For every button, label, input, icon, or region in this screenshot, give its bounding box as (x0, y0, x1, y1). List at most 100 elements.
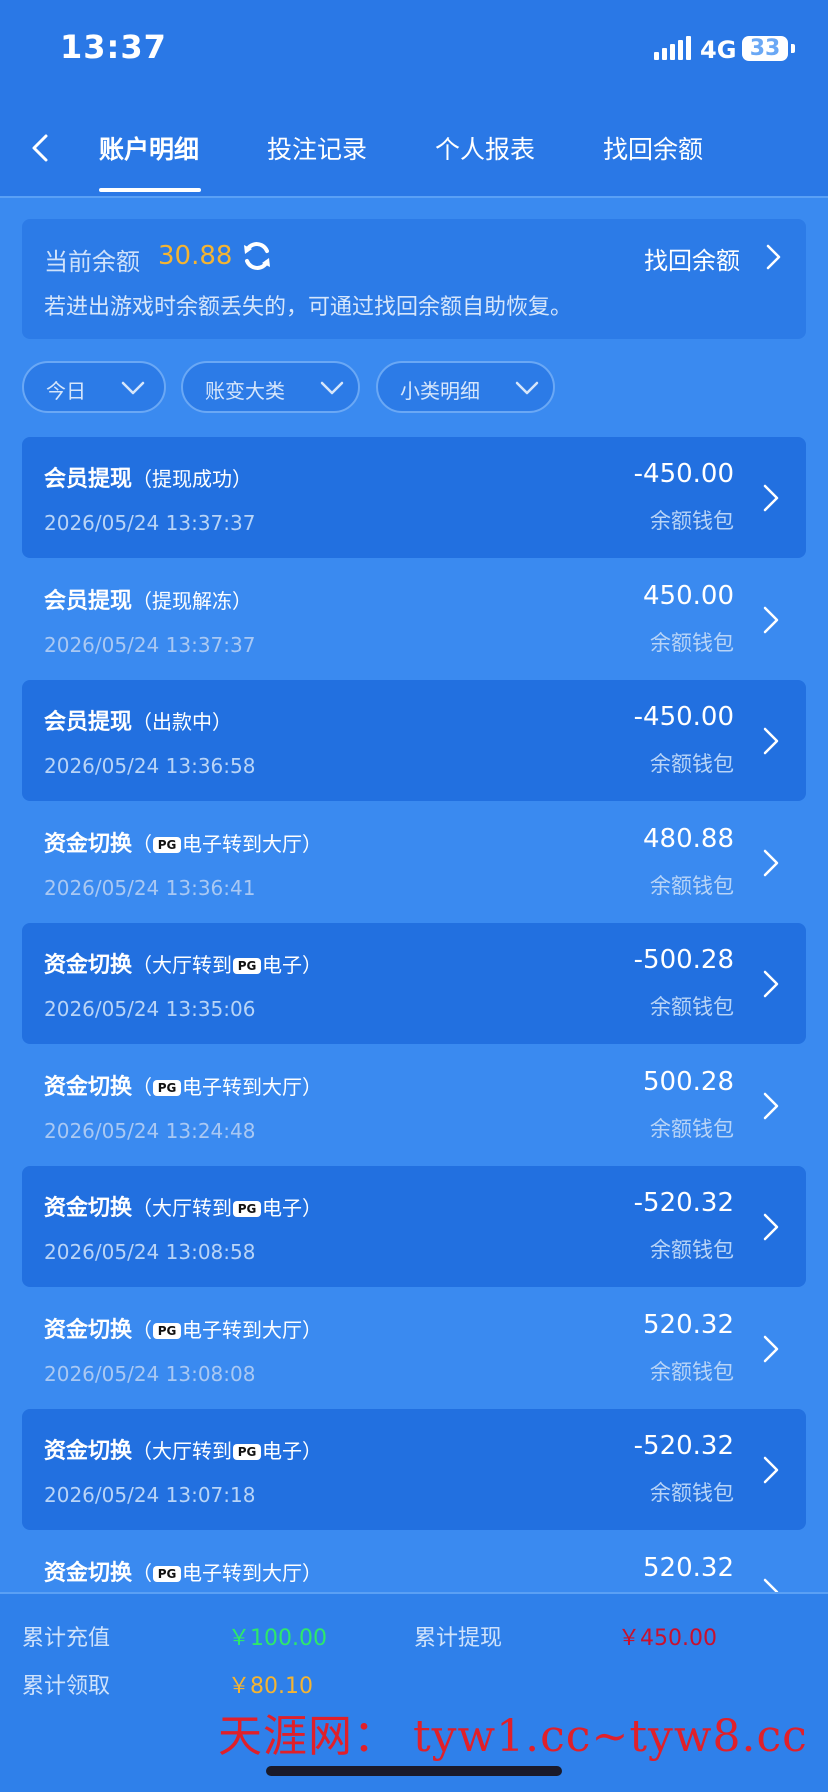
transaction-wallet: 余额钱包 (650, 1481, 734, 1505)
total-recharge-value: ￥100.00 (228, 1626, 327, 1651)
filter-date-label: 今日 (46, 379, 86, 403)
transaction-time: 2026/05/24 13:24:48 (44, 1118, 256, 1143)
transaction-wallet: 余额钱包 (650, 995, 734, 1019)
filter-subcategory[interactable]: 小类明细 (376, 361, 555, 413)
transaction-type: 会员提现 (44, 467, 133, 492)
transaction-type: 资金切换 (44, 1560, 133, 1586)
transaction-row[interactable]: 资金切换（大厅转到 PG 电子） 2026/05/24 13:08:58 -520.32… (22, 1166, 806, 1287)
transaction-detail-suffix: 电子转到大厅） (182, 1074, 323, 1099)
watermark-text: 天涯网： tyw1.cc~tyw8.cc (218, 1711, 808, 1762)
transaction-title: 资金切换（大厅转到 PG 电子） (44, 1190, 322, 1222)
transaction-amount: -520.32 (633, 1188, 734, 1218)
transaction-row[interactable]: 会员提现（出款中） 2026/05/24 13:36:58 -450.00 余额钱包 (22, 680, 806, 801)
chevron-down-icon (121, 381, 145, 395)
active-tab-indicator (99, 188, 201, 192)
status-time: 13:37 (60, 28, 167, 66)
transaction-row[interactable]: 会员提现（提现解冻） 2026/05/24 13:37:37 450.00 余额钱包 (22, 559, 806, 680)
filter-subcategory-label: 小类明细 (400, 379, 480, 403)
chevron-right-icon[interactable] (760, 724, 782, 758)
transaction-time: 2026/05/24 13:35:06 (44, 997, 256, 1021)
total-withdraw-value: ￥450.00 (618, 1626, 717, 1651)
transaction-detail-suffix: 电子转到大厅） (182, 831, 323, 856)
transaction-wallet: 余额钱包 (650, 752, 734, 776)
transaction-wallet: 余额钱包 (650, 1238, 734, 1262)
transaction-detail-prefix: （ (132, 1560, 153, 1585)
filter-category[interactable]: 账变大类 (181, 361, 360, 413)
transaction-title: 资金切换（ PG 电子转到大厅） (44, 1312, 322, 1344)
transaction-amount: -450.00 (633, 702, 734, 732)
transaction-wallet: 余额钱包 (650, 509, 734, 533)
transaction-detail-prefix: （ (132, 1317, 153, 1342)
pg-logo-icon: PG (153, 1079, 182, 1096)
transaction-row[interactable]: 资金切换（ PG 电子转到大厅） 2026/05/24 13:24:48 500.28 余… (22, 1045, 806, 1166)
pg-logo-icon: PG (233, 1201, 262, 1217)
transaction-time: 2026/05/24 13:08:58 (44, 1240, 256, 1264)
transaction-row[interactable]: 会员提现（提现成功） 2026/05/24 13:37:37 -450.00 余额钱包 (22, 437, 806, 558)
total-claim-label: 累计领取 (22, 1674, 111, 1699)
chevron-right-icon[interactable] (760, 1332, 782, 1366)
chevron-right-icon[interactable] (760, 481, 782, 515)
tab-account-details[interactable]: 账户明细 (99, 130, 199, 166)
signal-icon (654, 36, 691, 60)
transaction-row[interactable]: 资金切换（大厅转到 PG 电子） 2026/05/24 13:07:18 -520.32… (22, 1409, 806, 1530)
transaction-amount: -520.32 (633, 1431, 734, 1461)
transaction-amount: 520.32 (643, 1309, 734, 1340)
balance-card: 当前余额 30.88 找回余额 若进出游戏时余额丢失的，可通过找回余额自助恢复。 (22, 219, 806, 339)
transaction-title: 资金切换（大厅转到 PG 电子） (44, 1433, 322, 1465)
pg-logo-icon: PG (153, 1565, 182, 1582)
transaction-detail-prefix: （出款中） (132, 710, 233, 734)
transaction-type: 资金切换 (44, 1196, 133, 1221)
transaction-title: 资金切换（ PG 电子转到大厅） (44, 826, 322, 858)
total-recharge-label: 累计充值 (22, 1626, 111, 1651)
chevron-right-icon[interactable] (760, 1210, 782, 1244)
transaction-amount: 500.28 (643, 1066, 734, 1097)
transaction-detail-suffix: 电子） (262, 953, 323, 977)
recover-balance-link[interactable]: 找回余额 (644, 241, 740, 276)
transaction-title: 资金切换（ PG 电子转到大厅） (44, 1555, 322, 1587)
transaction-row[interactable]: 资金切换（大厅转到 PG 电子） 2026/05/24 13:35:06 -500.28… (22, 923, 806, 1044)
pg-logo-icon: PG (153, 836, 182, 853)
battery-icon: 33 (742, 36, 788, 61)
network-type: 4G (700, 36, 737, 64)
transaction-title: 资金切换（大厅转到 PG 电子） (44, 947, 322, 979)
transaction-detail-prefix: （大厅转到 (132, 1439, 233, 1463)
transaction-amount: 520.32 (643, 1552, 734, 1583)
transaction-type: 资金切换 (44, 1439, 133, 1464)
tab-recover-balance[interactable]: 找回余额 (603, 130, 703, 166)
transaction-row[interactable]: 资金切换（ PG 电子转到大厅） 2026/05/24 13:36:41 480.88 余… (22, 802, 806, 923)
transaction-detail-prefix: （ (132, 831, 153, 856)
chevron-right-icon[interactable] (760, 242, 786, 272)
transaction-amount: 480.88 (643, 823, 734, 854)
transaction-type: 会员提现 (44, 710, 133, 735)
transaction-time: 2026/05/24 13:08:08 (44, 1361, 256, 1386)
transaction-detail-suffix: 电子转到大厅） (182, 1560, 323, 1585)
transaction-detail-prefix: （大厅转到 (132, 1196, 233, 1220)
transaction-time: 2026/05/24 13:36:41 (44, 875, 256, 900)
balance-note: 若进出游戏时余额丢失的，可通过找回余额自助恢复。 (44, 295, 573, 320)
status-bar: 13:37 4G 33 (0, 0, 828, 100)
refresh-icon[interactable] (240, 239, 274, 273)
transaction-row[interactable]: 资金切换（ PG 电子转到大厅） 2026/05/24 13:08:08 520.32 余… (22, 1288, 806, 1409)
tab-personal-report[interactable]: 个人报表 (435, 130, 535, 166)
transaction-detail-suffix: 电子） (262, 1439, 323, 1463)
transaction-title: 会员提现（提现解冻） (44, 583, 252, 615)
back-arrow-icon[interactable] (22, 128, 62, 168)
chevron-down-icon (515, 381, 539, 395)
total-withdraw-label: 累计提现 (414, 1626, 503, 1651)
chevron-right-icon[interactable] (760, 967, 782, 1001)
chevron-right-icon[interactable] (760, 846, 782, 880)
transaction-amount: 450.00 (643, 580, 734, 611)
filter-date[interactable]: 今日 (22, 361, 166, 413)
chevron-right-icon[interactable] (760, 1089, 782, 1123)
transaction-detail-suffix: 电子） (262, 1196, 323, 1220)
transaction-time: 2026/05/24 13:37:37 (44, 632, 256, 657)
pg-logo-icon: PG (233, 958, 262, 974)
transaction-detail-prefix: （大厅转到 (132, 953, 233, 977)
transaction-type: 资金切换 (44, 831, 133, 857)
chevron-right-icon[interactable] (760, 1453, 782, 1487)
tab-bet-records[interactable]: 投注记录 (267, 130, 367, 166)
transaction-detail-suffix: 电子转到大厅） (182, 1317, 323, 1342)
chevron-right-icon[interactable] (760, 603, 782, 637)
transaction-wallet: 余额钱包 (650, 873, 734, 898)
home-indicator[interactable] (266, 1766, 562, 1776)
